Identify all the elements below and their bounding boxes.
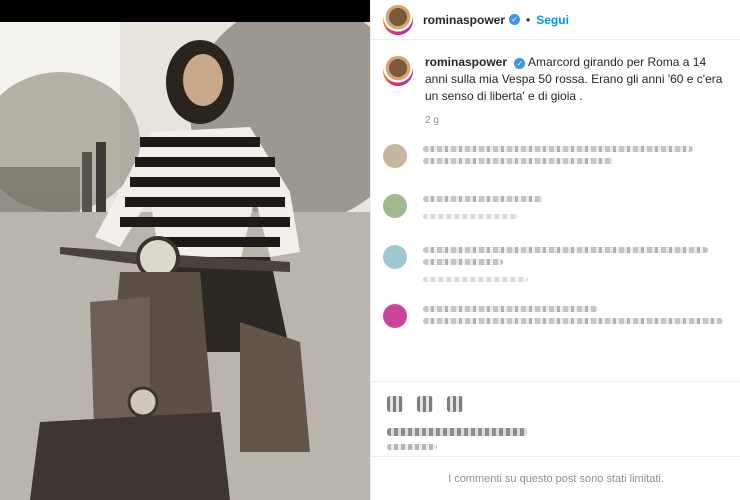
caption-username[interactable]: rominaspower (425, 55, 507, 69)
comment-item (371, 140, 740, 168)
comment-body-blurred (423, 140, 728, 168)
comments-limited-notice: I commenti su questo post sono stati lim… (371, 456, 740, 500)
comment-avatar[interactable] (383, 144, 407, 168)
verified-badge-icon: ✓ (509, 14, 521, 25)
comment-icon[interactable] (417, 396, 433, 412)
header-username[interactable]: rominaspower (423, 13, 505, 27)
comment-avatar[interactable] (383, 304, 407, 328)
caption-body: rominaspower ✓ Amarcord girando per Roma… (425, 54, 728, 105)
comment-item (371, 300, 740, 328)
comments-list (371, 140, 740, 328)
comment-item (371, 241, 740, 282)
caption-time[interactable]: 2 g (425, 115, 740, 126)
header-separator: • (526, 12, 531, 27)
bookmark-icon[interactable] (447, 396, 463, 412)
post-photo-image (0, 22, 370, 500)
post-caption: rominaspower ✓ Amarcord girando per Roma… (371, 40, 740, 105)
comment-avatar[interactable] (383, 194, 407, 218)
comment-body-blurred (423, 241, 728, 282)
post-header: rominaspower ✓ • Segui (371, 0, 740, 40)
heart-icon[interactable] (387, 396, 403, 412)
verified-badge-icon: ✓ (514, 58, 526, 69)
post-date-blurred (387, 444, 437, 450)
profile-avatar[interactable] (383, 4, 413, 35)
post-sidebar: rominaspower ✓ • Segui rominaspower ✓ Am… (370, 0, 740, 500)
post-actions (371, 381, 740, 450)
action-icons (387, 396, 725, 412)
follow-button[interactable]: Segui (536, 13, 569, 27)
comment-body-blurred (423, 300, 728, 328)
comment-body-blurred (423, 190, 728, 219)
post-media (0, 0, 370, 500)
caption-avatar[interactable] (383, 56, 413, 86)
comment-item (371, 190, 740, 219)
likes-count-blurred[interactable] (387, 428, 527, 436)
post-photo[interactable] (0, 22, 370, 500)
comment-avatar[interactable] (383, 245, 407, 269)
